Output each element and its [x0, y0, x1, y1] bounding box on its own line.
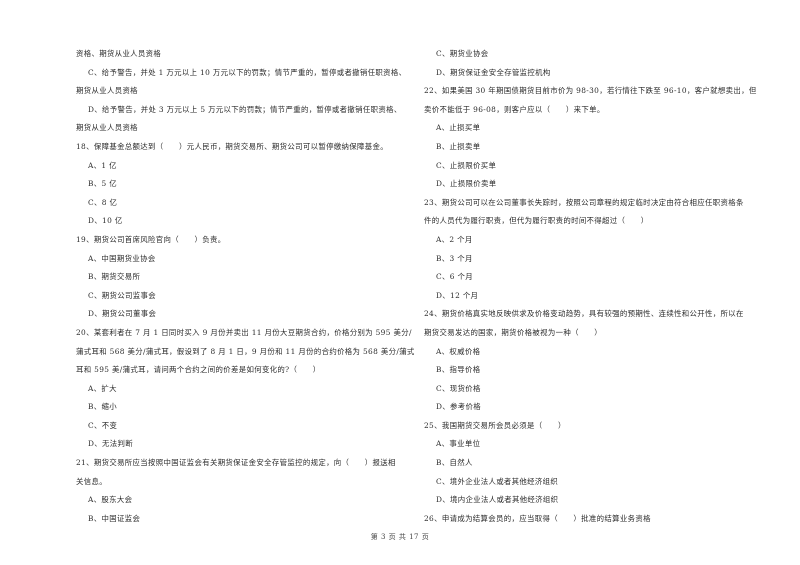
q22-option-d: D、止损限价卖单: [436, 179, 497, 189]
q21-option-b: B、中国证监会: [88, 513, 141, 523]
q20-stem-line-1: 20、某套利者在 7 月 1 日同时买入 9 月份并卖出 11 月份大豆期货合约…: [76, 327, 412, 337]
q20-option-b: B、缩小: [88, 402, 118, 412]
q25-option-a: A、事业单位: [436, 439, 481, 449]
q20-option-a: A、扩大: [88, 383, 117, 393]
q18-option-a: A、1 亿: [88, 160, 117, 170]
q21-stem-line-2: 关信息。: [76, 476, 107, 486]
q24-stem-line-2: 期货交易发达的国家，期货价格被视为一种（ ）: [424, 327, 603, 337]
q19-stem: 19、期货公司首席风险官向（ ）负责。: [76, 234, 226, 244]
q20-option-d: D、无法判断: [88, 439, 133, 449]
q18-option-c: C、8 亿: [88, 197, 118, 207]
q24-option-a: A、权威价格: [436, 346, 481, 356]
exam-page: 资格、期货从业人员资格 C、给予警告，并处 1 万元以上 10 万元以下的罚款；…: [0, 0, 800, 565]
q23-stem-line-1: 23、期货公司可以在公司董事长失踪时，按照公司章程的规定临时决定由符合相应任职资…: [424, 197, 744, 207]
q21-option-c: C、期货业协会: [436, 49, 489, 58]
q17-option-d: D、给予警告，并处 3 万元以上 5 万元以下的罚款；情节严重的，暂停或者撤销任…: [88, 104, 402, 114]
q23-option-b: B、3 个月: [436, 253, 473, 263]
q22-stem-line-1: 22、如果美国 30 年期国债期货目前市价为 98-30，若行情往下跌至 96-…: [424, 86, 757, 96]
q23-stem-line-2: 件的人员代为履行职责，但代为履行职责的时间不得超过（ ）: [424, 216, 649, 226]
q26-stem: 26、申请成为结算会员的，应当取得（ ）批准的结算业务资格: [424, 513, 651, 523]
q25-option-c: C、境外企业法人或者其他经济组织: [436, 476, 559, 486]
q24-option-d: D、参考价格: [436, 402, 481, 412]
q22-stem-line-2: 卖价不能低于 96-08，则客户应以（ ）来下单。: [424, 104, 605, 114]
continuation-line: 资格、期货从业人员资格: [76, 49, 162, 58]
q24-option-b: B、指导价格: [436, 365, 481, 375]
q21-stem-line-1: 21、期货交易所应当按照中国证监会有关期货保证金安全存管监控的规定，向（ ）报送…: [76, 458, 396, 468]
q19-option-b: B、期货交易所: [88, 272, 141, 282]
q22-option-b: B、止损卖单: [436, 141, 481, 151]
q18-option-b: B、5 亿: [88, 179, 118, 189]
q19-option-d: D、期货公司董事会: [88, 309, 157, 319]
q20-option-c: C、不变: [88, 420, 118, 430]
q25-option-d: D、境内企业法人或者其他经济组织: [436, 495, 559, 505]
q25-stem: 25、我国期货交易所会员必须是（ ）: [424, 420, 566, 430]
q17-option-c: C、给予警告，并处 1 万元以上 10 万元以下的罚款；情节严重的，暂停或者撤销…: [88, 67, 407, 77]
q18-stem: 18、保障基金总额达到（ ）元人民币，期货交易所、期货公司可以暂停缴纳保障基金。: [76, 141, 388, 151]
q19-option-a: A、中国期货业协会: [88, 253, 156, 263]
q23-option-d: D、12 个月: [436, 290, 479, 300]
q20-stem-line-2: 蒲式耳和 568 美分/蒲式耳，假设到了 8 月 1 日，9 月份和 11 月份…: [76, 346, 415, 356]
q17-option-d-cont: 期货从业人员资格: [76, 123, 138, 133]
q24-stem-line-1: 24、期货价格真实地反映供求及价格变动趋势，具有较强的预期性、连续性和公开性，所…: [424, 309, 744, 319]
page-number: 第 3 页 共 17 页: [370, 533, 430, 541]
q23-option-c: C、6 个月: [436, 272, 473, 282]
q24-option-c: C、现货价格: [436, 383, 481, 393]
q18-option-d: D、10 亿: [88, 216, 123, 226]
q23-option-a: A、2 个月: [436, 234, 473, 244]
right-column: C、期货业协会 D、期货保证金安全存管监控机构 22、如果美国 30 年期国债期…: [424, 45, 759, 528]
q19-option-c: C、期货公司监事会: [88, 290, 156, 300]
q17-option-c-cont: 期货从业人员资格: [76, 86, 138, 96]
q21-option-a: A、股东大会: [88, 495, 133, 505]
left-column: 资格、期货从业人员资格 C、给予警告，并处 1 万元以上 10 万元以下的罚款；…: [76, 45, 415, 528]
q25-option-b: B、自然人: [436, 458, 473, 468]
q21-option-d: D、期货保证金安全存管监控机构: [436, 67, 551, 77]
q20-stem-line-3: 耳和 595 美/蒲式耳，请问两个合约之间的价差是如何变化的?（ ）: [76, 365, 321, 375]
q22-option-a: A、止损买单: [436, 123, 481, 133]
q22-option-c: C、止损限价买单: [436, 160, 497, 170]
